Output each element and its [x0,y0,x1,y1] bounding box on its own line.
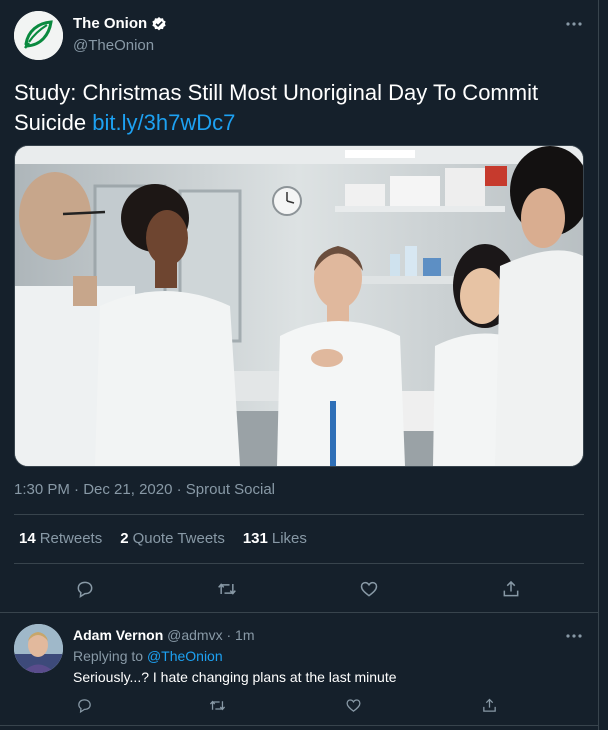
author-display-name-row[interactable]: The Onion [73,15,167,32]
likes-stat[interactable]: 131 Likes [243,530,307,547]
tweet-detail-panel: The Onion @TheOnion Study: Christmas Sti… [0,0,599,730]
tweet-photo[interactable] [14,145,584,467]
like-icon[interactable] [356,576,382,602]
reply-display-name[interactable]: Adam Vernon [73,627,163,643]
reply-icon[interactable] [73,694,95,716]
more-icon[interactable] [562,624,586,648]
verified-icon [151,16,167,32]
divider [14,563,584,564]
likes-label: Likes [271,530,307,547]
user-photo [14,624,63,673]
retweets-stat[interactable]: 14 Retweets [19,530,102,547]
reply-header: Adam Vernon @admvx · 1m [73,627,255,643]
tweet-actions [14,576,584,602]
retweets-label: Retweets [39,530,103,547]
quote-tweets-label: Quote Tweets [132,530,225,547]
lab-scientists-photo [15,146,583,466]
reply-separator: · [226,627,232,643]
tweet-link[interactable]: bit.ly/3h7wDc7 [92,110,235,135]
reply-avatar[interactable] [14,624,63,673]
reply-handle[interactable]: @admvx [167,627,222,643]
author-handle[interactable]: @TheOnion [73,37,154,54]
replying-mention[interactable]: @TheOnion [147,648,223,664]
quote-tweets-count: 2 [120,530,129,547]
tweet-source[interactable]: Sprout Social [186,481,275,498]
divider [0,612,598,613]
engagement-stats: 14 Retweets 2 Quote Tweets 131 Likes [19,530,307,547]
quote-tweets-stat[interactable]: 2 Quote Tweets [120,530,225,547]
author-display-name[interactable]: The Onion [73,15,147,32]
more-icon[interactable] [562,12,586,36]
tweet-meta: 1:30 PM · Dec 21, 2020 · Sprout Social [14,481,275,498]
divider [14,514,584,515]
meta-separator: · [74,481,80,498]
reply-age[interactable]: 1m [235,627,254,643]
tweet-date[interactable]: Dec 21, 2020 [83,481,172,498]
retweet-icon[interactable] [214,576,240,602]
likes-count: 131 [242,530,268,547]
onion-avatar[interactable] [14,11,63,60]
divider [0,725,598,726]
like-icon[interactable] [342,694,364,716]
reply-actions [73,694,513,716]
meta-separator: · [176,481,182,498]
replying-prefix: Replying to [73,648,144,664]
retweets-count: 14 [19,530,36,547]
tweet-time[interactable]: 1:30 PM [14,481,70,498]
share-icon[interactable] [498,576,524,602]
tweet-text: Study: Christmas Still Most Unoriginal D… [14,78,584,138]
onion-logo-icon [14,11,63,60]
reply-text: Seriously...? I hate changing plans at t… [73,669,397,685]
share-icon[interactable] [478,694,500,716]
scrollbar[interactable] [599,0,608,730]
reply-icon[interactable] [72,576,98,602]
replying-to: Replying to @TheOnion [73,648,223,664]
retweet-icon[interactable] [206,694,228,716]
